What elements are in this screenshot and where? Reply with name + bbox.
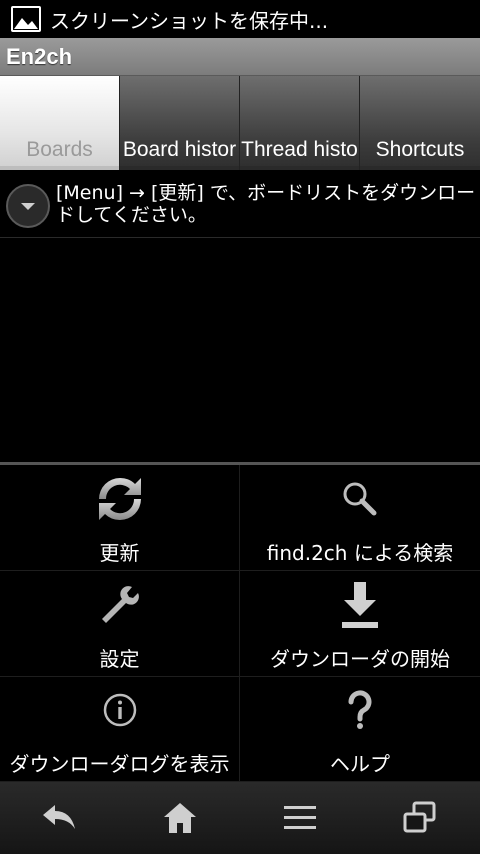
menu-icon bbox=[284, 806, 316, 829]
refresh-icon bbox=[90, 469, 150, 529]
options-menu: 更新 find.2ch による検索 設定 ダウンローダの開始 ダウンローダログを… bbox=[0, 462, 480, 782]
menu-item-refresh[interactable]: 更新 bbox=[0, 465, 240, 571]
menu-item-help[interactable]: ヘルプ bbox=[240, 677, 480, 782]
recent-apps-icon bbox=[403, 801, 436, 833]
back-icon bbox=[43, 805, 75, 829]
menu-item-settings[interactable]: 設定 bbox=[0, 571, 240, 677]
home-icon bbox=[164, 803, 196, 833]
menu-item-find-search[interactable]: find.2ch による検索 bbox=[240, 465, 480, 571]
download-icon bbox=[330, 575, 390, 635]
tab-thread-history[interactable]: Thread histo bbox=[240, 76, 360, 170]
tab-board-history[interactable]: Board histor bbox=[120, 76, 240, 170]
navigation-bar bbox=[0, 782, 480, 854]
app-title: En2ch bbox=[6, 43, 73, 69]
status-bar: スクリーンショットを保存中... bbox=[0, 0, 480, 38]
expand-button[interactable] bbox=[6, 184, 50, 228]
search-icon bbox=[330, 469, 390, 529]
menu-item-label: ダウンローダログを表示 bbox=[9, 752, 230, 776]
info-icon bbox=[90, 680, 150, 740]
status-text: スクリーンショットを保存中... bbox=[50, 8, 329, 33]
menu-item-label: 設定 bbox=[99, 647, 140, 671]
question-icon bbox=[330, 680, 390, 740]
menu-item-downloader-log[interactable]: ダウンローダログを表示 bbox=[0, 677, 240, 782]
info-row[interactable]: [Menu] → [更新] で、ボードリストをダウンロードしてください。 bbox=[0, 170, 480, 238]
tab-boards[interactable]: Boards bbox=[0, 76, 120, 170]
menu-item-label: ダウンローダの開始 bbox=[270, 647, 450, 671]
menu-item-label: find.2ch による検索 bbox=[266, 541, 454, 565]
recent-apps-button[interactable] bbox=[390, 788, 450, 848]
back-button[interactable] bbox=[30, 788, 90, 848]
picture-icon bbox=[11, 6, 41, 32]
chevron-down-icon bbox=[21, 203, 35, 210]
home-button[interactable] bbox=[150, 788, 210, 848]
menu-button[interactable] bbox=[270, 788, 330, 848]
board-list bbox=[0, 238, 480, 462]
tab-shortcuts[interactable]: Shortcuts bbox=[360, 76, 480, 170]
app-screen: スクリーンショットを保存中... En2ch Boards Board hist… bbox=[0, 0, 480, 854]
menu-item-label: ヘルプ bbox=[330, 752, 390, 776]
title-bar: En2ch bbox=[0, 38, 480, 76]
tab-bar: Boards Board histor Thread histo Shortcu… bbox=[0, 76, 480, 170]
menu-item-start-downloader[interactable]: ダウンローダの開始 bbox=[240, 571, 480, 677]
info-message: [Menu] → [更新] で、ボードリストをダウンロードしてください。 bbox=[56, 182, 476, 226]
menu-item-label: 更新 bbox=[99, 541, 140, 565]
wrench-icon bbox=[90, 575, 150, 635]
